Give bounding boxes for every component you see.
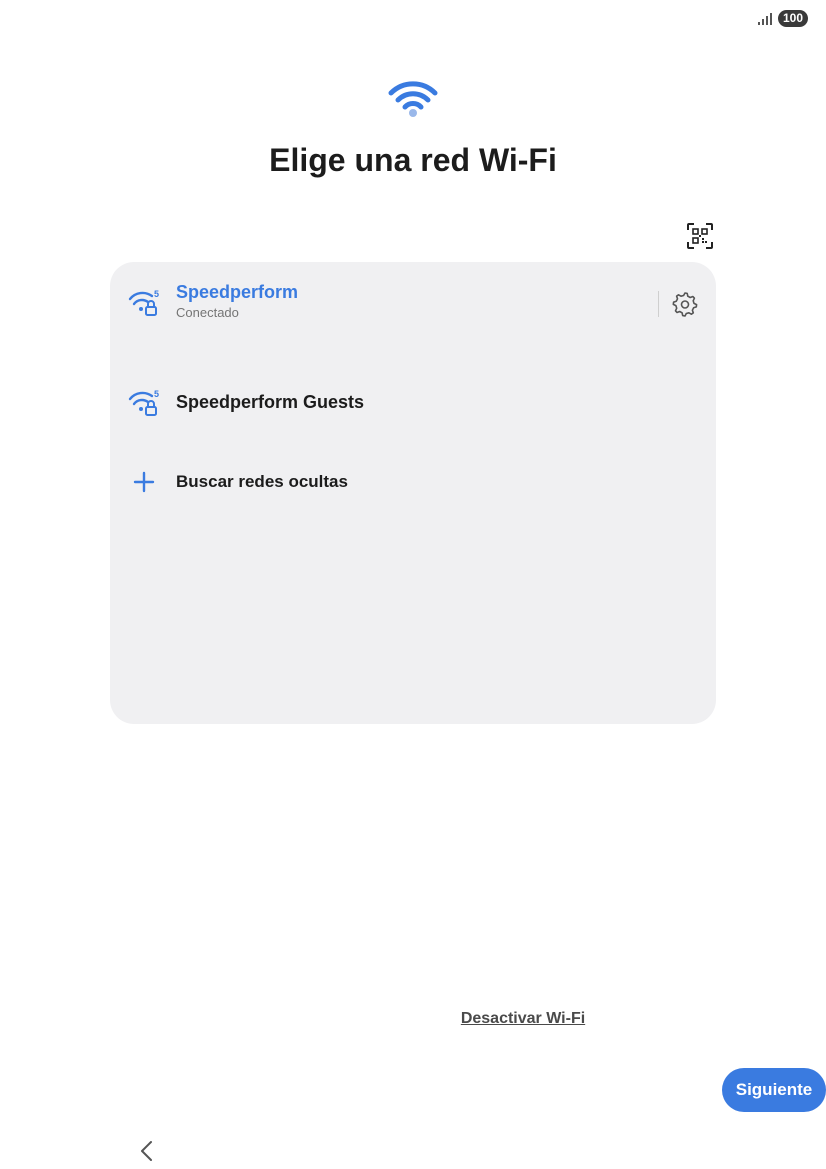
wifi-5ghz-lock-icon: 5 [128, 289, 159, 316]
network-info: Speedperform Conectado [176, 282, 298, 320]
qr-scan-button[interactable] [686, 222, 714, 250]
band-label: 5 [154, 289, 159, 299]
chevron-left-icon [141, 1141, 152, 1161]
network-settings-button[interactable] [670, 289, 700, 319]
battery-level: 100 [777, 10, 808, 27]
network-item-speedperform-guests[interactable]: 5 Speedperform Guests [110, 386, 716, 422]
wifi-5ghz-lock-icon: 5 [128, 389, 159, 416]
plus-icon [133, 471, 155, 493]
hidden-networks-label: Buscar redes ocultas [176, 472, 348, 491]
network-list: 5 Speedperform Conectado 5 Speedperform … [110, 262, 826, 1161]
network-item-speedperform[interactable]: 5 Speedperform Conectado 5 Speedperform … [110, 282, 716, 493]
gear-icon [672, 292, 698, 317]
search-hidden-networks-button[interactable]: Buscar redes ocultas [110, 466, 716, 498]
network-name: Speedperform Guests [176, 392, 365, 412]
band-label: 5 [154, 389, 159, 399]
page-title: Elige una red Wi-Fi [269, 142, 557, 178]
hidden-networks-label-wrap: Buscar redes ocultas [176, 472, 348, 492]
wifi-icon [388, 81, 438, 117]
disable-wifi-link[interactable]: Desactivar Wi-Fi [110, 1010, 826, 1028]
network-info: Speedperform Guests [176, 392, 364, 413]
network-status: Conectado [176, 305, 239, 320]
status-bar: 100 [757, 10, 808, 27]
divider [658, 291, 659, 317]
next-button[interactable]: Siguiente [722, 1068, 826, 1112]
signal-bars-icon [757, 12, 772, 25]
qr-scan-icon [687, 223, 713, 249]
network-name: Speedperform [176, 282, 299, 302]
back-button[interactable] [136, 1138, 158, 1164]
